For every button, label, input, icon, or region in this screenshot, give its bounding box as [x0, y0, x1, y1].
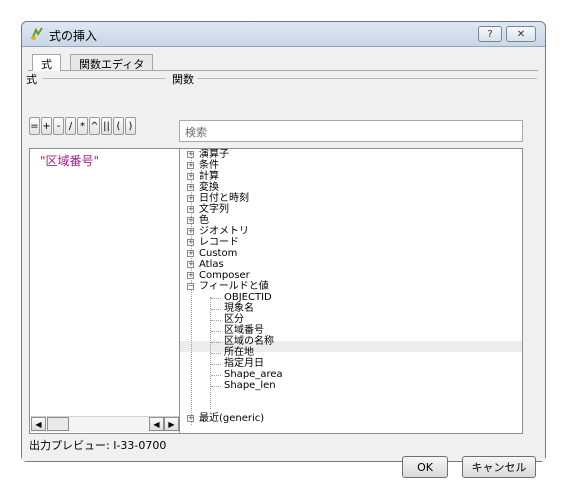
tab-function-editor[interactable]: 関数エディタ: [70, 54, 154, 71]
horizontal-scrollbar[interactable]: ◀ ◀ ▶: [31, 416, 182, 432]
expand-icon[interactable]: +: [187, 239, 194, 246]
tree-child-item-selected[interactable]: 区域番号: [224, 325, 264, 336]
expand-icon[interactable]: +: [187, 206, 194, 213]
dialog-body: 式 関数エディタ 式 関数 = + - / * ^ || ( ) "区域番号" …: [22, 47, 545, 478]
tab-divider: [28, 70, 538, 71]
expand-icon[interactable]: +: [187, 217, 194, 224]
operator-power-button[interactable]: ^: [89, 117, 100, 135]
collapse-icon[interactable]: −: [187, 283, 194, 290]
operator-plus-button[interactable]: +: [41, 117, 52, 135]
expression-icon: [31, 27, 43, 40]
expand-icon[interactable]: +: [187, 151, 194, 158]
expand-icon[interactable]: +: [187, 162, 194, 169]
tab-expression[interactable]: 式: [32, 54, 61, 71]
operator-minus-button[interactable]: -: [53, 117, 64, 135]
output-preview: 出力プレビュー: I-33-0700: [29, 437, 166, 453]
scroll-right-button[interactable]: ▶: [164, 417, 179, 431]
functions-group-line: [197, 78, 537, 79]
expand-icon[interactable]: +: [187, 184, 194, 191]
tree-child-item[interactable]: 区域の名称: [224, 336, 274, 347]
cancel-button[interactable]: キャンセル: [462, 456, 536, 478]
title-bar[interactable]: 式の挿入 ? ✕: [22, 22, 545, 47]
operator-open-paren-button[interactable]: (: [113, 117, 124, 135]
insert-expression-dialog: 式の挿入 ? ✕ 式 関数エディタ 式 関数 = + - / * ^ || ( …: [21, 21, 546, 478]
function-search-input[interactable]: 検索: [179, 120, 523, 142]
tree-child-item[interactable]: Shape_area: [224, 369, 283, 380]
expression-group-line: [42, 78, 166, 79]
operator-concat-button[interactable]: ||: [101, 117, 112, 135]
expand-icon[interactable]: +: [187, 228, 194, 235]
expand-icon[interactable]: +: [187, 250, 194, 257]
expand-icon[interactable]: +: [187, 195, 194, 202]
scroll-thumb[interactable]: [47, 417, 69, 431]
tree-child-item[interactable]: 指定月日: [224, 358, 264, 369]
scroll-left-button-2[interactable]: ◀: [149, 417, 164, 431]
expand-icon[interactable]: +: [187, 261, 194, 268]
operator-close-paren-button[interactable]: ): [125, 117, 136, 135]
scroll-left-button[interactable]: ◀: [31, 417, 46, 431]
tree-child-item[interactable]: OBJECTID: [224, 292, 272, 303]
tree-child-item[interactable]: 現象名: [224, 303, 254, 314]
expand-icon[interactable]: +: [187, 415, 194, 422]
expand-icon[interactable]: +: [187, 173, 194, 180]
expand-icon[interactable]: +: [187, 272, 194, 279]
preview-label: 出力プレビュー:: [29, 439, 110, 452]
window-title: 式の挿入: [49, 29, 98, 43]
tree-child-item[interactable]: 所在地: [224, 347, 254, 358]
close-button[interactable]: ✕: [506, 26, 536, 42]
preview-value: I-33-0700: [113, 439, 167, 452]
expression-group-label: 式: [26, 73, 37, 86]
tree-child-item[interactable]: Shape_len: [224, 380, 276, 391]
operator-equals-button[interactable]: =: [29, 117, 40, 135]
tree-child-item[interactable]: 区分: [224, 314, 244, 325]
ok-button[interactable]: OK: [402, 456, 448, 478]
operator-divide-button[interactable]: /: [65, 117, 76, 135]
functions-group-label: 関数: [172, 73, 194, 86]
function-tree[interactable]: + 演算子 + 条件 + 計算 + 変換 + 日付と時刻 + 文字列 + 色 + ジオメトリ +…: [179, 148, 523, 434]
expression-text: "区域番号": [40, 154, 100, 168]
operator-multiply-button[interactable]: *: [77, 117, 88, 135]
expression-editor[interactable]: "区域番号" ◀ ◀ ▶: [29, 148, 184, 434]
help-button[interactable]: ?: [478, 26, 502, 42]
